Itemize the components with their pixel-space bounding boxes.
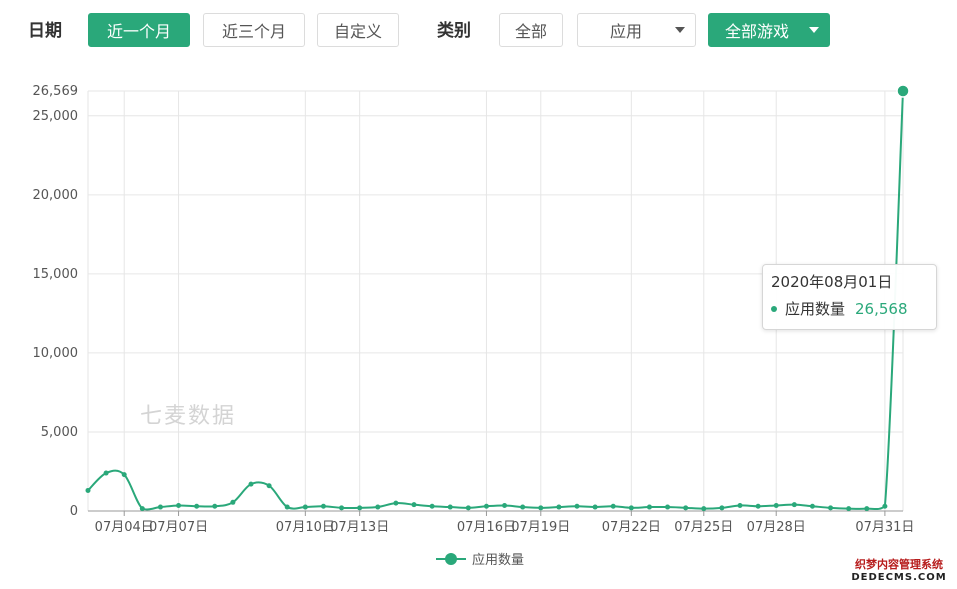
data-point[interactable] bbox=[465, 505, 471, 511]
x-tick-label: 07月28日 bbox=[747, 520, 806, 535]
data-point[interactable] bbox=[773, 502, 779, 508]
data-point[interactable] bbox=[592, 504, 598, 510]
data-point[interactable] bbox=[665, 504, 671, 510]
data-point[interactable] bbox=[139, 506, 145, 512]
data-point[interactable] bbox=[502, 502, 508, 508]
x-tick-label: 07月07日 bbox=[149, 520, 208, 535]
legend-series-name: 应用数量 bbox=[472, 553, 525, 568]
data-point[interactable] bbox=[719, 505, 725, 511]
series-dot-icon bbox=[771, 305, 777, 312]
data-point[interactable] bbox=[737, 502, 743, 508]
tooltip-series-name: 应用数量 bbox=[785, 300, 846, 318]
x-tick-label: 07月31日 bbox=[855, 520, 914, 535]
watermark: 七麦数据 bbox=[140, 404, 237, 429]
chart-tooltip: 2020年08月01日 应用数量 26,568 bbox=[762, 264, 937, 330]
data-point[interactable] bbox=[176, 502, 182, 508]
data-point[interactable] bbox=[194, 503, 200, 509]
data-point[interactable] bbox=[157, 504, 163, 510]
data-point[interactable] bbox=[683, 505, 689, 511]
x-tick-label: 07月13日 bbox=[330, 520, 389, 535]
data-point[interactable] bbox=[538, 505, 544, 511]
data-point[interactable] bbox=[701, 506, 707, 512]
data-point[interactable] bbox=[393, 500, 399, 506]
data-point[interactable] bbox=[212, 503, 218, 509]
y-tick-label: 10,000 bbox=[33, 346, 79, 361]
data-point[interactable] bbox=[320, 503, 326, 509]
data-point[interactable] bbox=[846, 506, 852, 512]
tooltip-value: 26,568 bbox=[855, 299, 908, 318]
data-point[interactable] bbox=[284, 504, 290, 510]
data-point[interactable] bbox=[447, 504, 453, 510]
data-point[interactable] bbox=[230, 499, 236, 505]
x-tick-label: 07月22日 bbox=[602, 520, 661, 535]
y-tick-label: 20,000 bbox=[33, 188, 79, 203]
data-point[interactable] bbox=[809, 503, 815, 509]
data-point[interactable] bbox=[483, 503, 489, 509]
y-tick-label: 5,000 bbox=[41, 425, 78, 440]
tooltip-row: 应用数量 26,568 bbox=[771, 298, 928, 319]
data-point[interactable] bbox=[248, 481, 254, 487]
chart-legend[interactable]: 应用数量 bbox=[436, 549, 524, 568]
y-tick-label: 25,000 bbox=[33, 109, 79, 124]
data-point[interactable] bbox=[411, 502, 417, 508]
data-point[interactable] bbox=[121, 472, 127, 478]
data-point[interactable] bbox=[556, 504, 562, 510]
x-tick-label: 07月10日 bbox=[276, 520, 335, 535]
site-watermark-cn: 织梦内容管理系统 bbox=[855, 558, 943, 571]
x-tick-label: 07月04日 bbox=[95, 520, 154, 535]
legend-line-icon bbox=[436, 552, 466, 565]
tooltip-date: 2020年08月01日 bbox=[771, 273, 893, 291]
data-point[interactable] bbox=[646, 504, 652, 510]
data-point[interactable] bbox=[574, 503, 580, 509]
data-point[interactable] bbox=[357, 505, 363, 511]
highlighted-point[interactable] bbox=[896, 84, 910, 98]
data-point[interactable] bbox=[520, 504, 526, 510]
data-point[interactable] bbox=[302, 504, 308, 510]
data-point[interactable] bbox=[266, 483, 272, 489]
data-point[interactable] bbox=[791, 502, 797, 508]
data-point[interactable] bbox=[755, 503, 761, 509]
y-tick-label: 26,569 bbox=[33, 84, 79, 99]
data-point[interactable] bbox=[103, 470, 109, 476]
x-tick-label: 07月25日 bbox=[674, 520, 733, 535]
data-point[interactable] bbox=[864, 506, 870, 512]
y-tick-label: 0 bbox=[70, 504, 78, 519]
data-point[interactable] bbox=[339, 505, 345, 511]
data-point[interactable] bbox=[429, 503, 435, 509]
x-tick-label: 07月16日 bbox=[457, 520, 516, 535]
data-point[interactable] bbox=[828, 505, 834, 511]
data-point[interactable] bbox=[375, 504, 381, 510]
data-point[interactable] bbox=[85, 487, 91, 493]
data-point[interactable] bbox=[628, 505, 634, 511]
y-tick-label: 15,000 bbox=[33, 267, 79, 282]
data-point[interactable] bbox=[610, 503, 616, 509]
site-watermark: 织梦内容管理系统 DEDECMS.COM bbox=[847, 556, 951, 583]
site-watermark-en: DEDECMS.COM bbox=[851, 572, 947, 583]
data-point[interactable] bbox=[882, 503, 888, 509]
x-tick-label: 07月19日 bbox=[511, 520, 570, 535]
